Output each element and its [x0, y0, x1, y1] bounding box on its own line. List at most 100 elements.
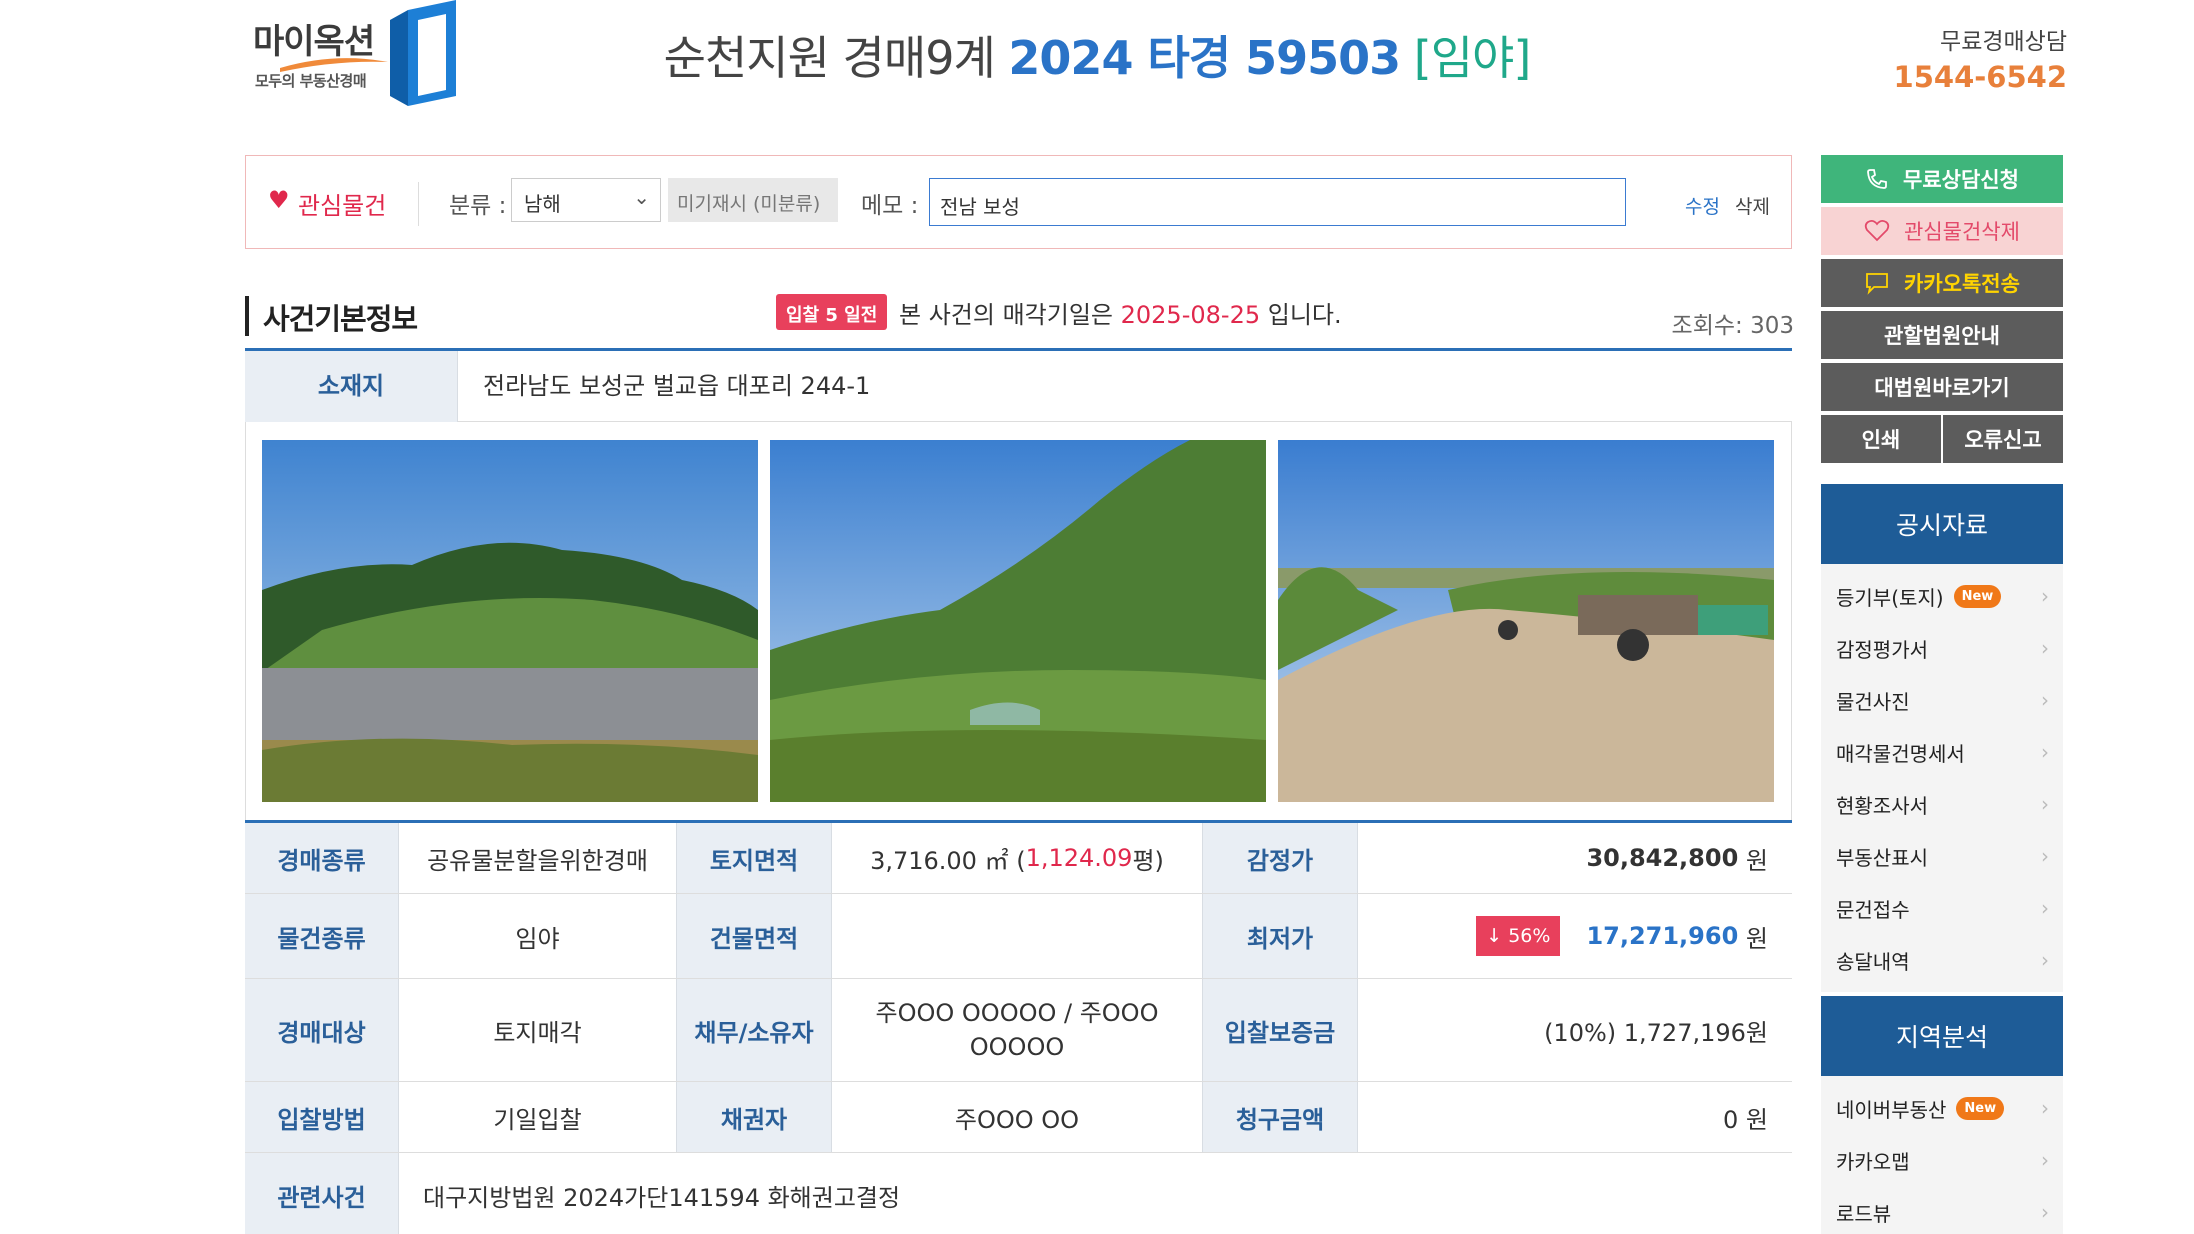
sidebar-item-photos[interactable]: 물건사진 › — [1821, 674, 2063, 726]
discount-badge: ↓ 56% — [1476, 916, 1561, 956]
creditor-label: 채권자 — [676, 1082, 832, 1152]
chat-bubble-icon — [1866, 273, 1888, 295]
consult-phone[interactable]: 1544-6542 — [1894, 60, 2067, 94]
property-type: [임야] — [1413, 31, 1532, 85]
memo-edit-link[interactable]: 수정 — [1685, 192, 1720, 219]
sidebar-item-label: 송달내역 — [1836, 949, 1910, 974]
location-label: 소재지 — [245, 351, 458, 422]
sidebar-item-label: 감정평가서 — [1836, 637, 1928, 662]
photo-gallery — [245, 422, 1792, 820]
minimum-price-value: ↓ 56% 17,271,960 원 — [1358, 894, 1792, 978]
chevron-right-icon: › — [2041, 740, 2049, 764]
court-info-button[interactable]: 관할법원안내 — [1821, 311, 2063, 361]
table-row: 관련사건 대구지방법원 2024가단141594 화해권고결정 — [245, 1153, 1792, 1234]
deposit-label: 입찰보증금 — [1202, 979, 1358, 1081]
claim-amount-value: 0 원 — [1723, 1105, 1768, 1134]
location-value: 전라남도 보성군 벌교읍 대포리 244-1 — [483, 372, 871, 400]
chevron-right-icon: › — [2041, 792, 2049, 816]
chevron-right-icon: › — [2041, 948, 2049, 972]
land-area-value: 3,716.00 ㎡ (1,124.09 평) — [832, 823, 1202, 893]
appraisal-amount: 30,842,800 — [1586, 844, 1739, 872]
creditor-value: 주OOO OO — [954, 1105, 1080, 1134]
remove-interest-label: 관심물건삭제 — [1904, 220, 2020, 244]
kakao-send-label: 카카오톡전송 — [1904, 272, 2020, 296]
related-case-value: 대구지방법원 2024가단141594 화해권고결정 — [423, 1183, 901, 1212]
sidebar-item-label: 현황조사서 — [1836, 793, 1928, 818]
consult-label: 무료경매상담 — [1940, 29, 2067, 55]
page-title: 순천지원 경매9계 2024 타경 59503 [임야] — [0, 22, 2194, 88]
bid-method-label: 입찰방법 — [245, 1082, 399, 1152]
chevron-right-icon: › — [2041, 1096, 2049, 1120]
land-area-sqm: 3,716.00 ㎡ ( — [870, 846, 1026, 875]
category-label: 분류 : — [449, 193, 507, 219]
phone-icon — [1867, 169, 1887, 189]
new-badge: New — [1953, 584, 2002, 608]
region-analysis-list: 네이버부동산 New › 카카오맵 › 로드뷰 › — [1821, 1076, 2063, 1234]
photo-slope — [770, 440, 1266, 802]
chevron-down-icon: ⌄ — [633, 185, 650, 209]
property-photo[interactable] — [262, 440, 758, 802]
remove-interest-button[interactable]: 관심물건삭제 — [1821, 207, 2063, 257]
kakao-send-button[interactable]: 카카오톡전송 — [1821, 259, 2063, 309]
public-docs-list: 등기부(토지) New › 감정평가서 › 물건사진 › 매각물건명세서 › 현황조사서 ›… — [1821, 564, 2063, 992]
bid-method-value: 기일입찰 — [493, 1105, 582, 1134]
sidebar-item-survey[interactable]: 현황조사서 › — [1821, 778, 2063, 830]
photo-hill-pond — [262, 440, 758, 802]
sidebar-item-kakao-map[interactable]: 카카오맵 › — [1821, 1134, 2063, 1186]
property-photo[interactable] — [770, 440, 1266, 802]
new-badge: New — [1956, 1096, 2005, 1120]
location-row: 소재지 전라남도 보성군 벌교읍 대포리 244-1 — [245, 348, 1792, 422]
bid-countdown-badge: 입찰 5 일전 — [776, 294, 888, 330]
chevron-right-icon: › — [2041, 584, 2049, 608]
auction-type-value: 공유물분할을위한경매 — [427, 846, 648, 875]
chevron-right-icon: › — [2041, 1148, 2049, 1172]
sidebar-item-documents[interactable]: 문건접수 › — [1821, 882, 2063, 934]
sidebar-item-naver-realestate[interactable]: 네이버부동산 New › — [1821, 1082, 2063, 1134]
debtor-owner-value: 주OOO OOOOO / 주OOO OOOOO — [875, 999, 1159, 1061]
view-count: 조회수: 303 — [1671, 313, 1794, 339]
sidebar-item-roadview[interactable]: 로드뷰 › — [1821, 1186, 2063, 1234]
bid-prefix: 본 사건의 매각기일은 — [899, 301, 1113, 329]
debtor-owner-label: 채무/소유자 — [676, 979, 832, 1081]
category-value: 남해 — [524, 192, 561, 216]
table-row: 물건종류 임야 건물면적 최저가 ↓ 56% 17,271,960 원 — [245, 894, 1792, 979]
memo-input[interactable]: 전남 보성 — [929, 178, 1626, 226]
chevron-right-icon: › — [2041, 688, 2049, 712]
minimum-price-label: 최저가 — [1202, 894, 1358, 978]
interest-label: 관심물건 — [298, 192, 387, 220]
sidebar-item-registry[interactable]: 등기부(토지) New › — [1821, 570, 2063, 622]
case-info-table: 경매종류 공유물분할을위한경매 토지면적 3,716.00 ㎡ (1,124.0… — [245, 820, 1792, 1234]
table-row: 경매대상 토지매각 채무/소유자 주OOO OOOOO / 주OOO OOOOO… — [245, 979, 1792, 1082]
bid-date: 2025-08-25 — [1120, 301, 1261, 329]
sidebar-item-label: 카카오맵 — [1836, 1149, 1910, 1174]
related-case-label: 관련사건 — [245, 1153, 399, 1234]
chevron-right-icon: › — [2041, 844, 2049, 868]
table-row: 입찰방법 기일입찰 채권자 주OOO OO 청구금액 0 원 — [245, 1082, 1792, 1153]
free-consult-button[interactable]: 무료상담신청 — [1821, 155, 2063, 205]
appraisal-value: 30,842,800 원 — [1358, 823, 1792, 893]
chevron-right-icon: › — [2041, 896, 2049, 920]
sidebar-item-property-display[interactable]: 부동산표시 › — [1821, 830, 2063, 882]
sidebar-item-delivery[interactable]: 송달내역 › — [1821, 934, 2063, 986]
sidebar-item-label: 로드뷰 — [1836, 1201, 1892, 1226]
sidebar-item-appraisal[interactable]: 감정평가서 › — [1821, 622, 2063, 674]
appraisal-unit: 원 — [1745, 846, 1768, 875]
auction-type-label: 경매종류 — [245, 823, 399, 893]
chevron-right-icon: › — [2041, 636, 2049, 660]
report-error-button[interactable]: 오류신고 — [1943, 415, 2063, 465]
divider — [418, 182, 419, 226]
deposit-value: (10%) 1,727,196원 — [1544, 1018, 1768, 1047]
building-area-value — [832, 894, 1202, 978]
property-photo[interactable] — [1278, 440, 1774, 802]
unclassified-field[interactable]: 미기재시 (미분류) — [668, 178, 838, 222]
sidebar-item-sale-spec[interactable]: 매각물건명세서 › — [1821, 726, 2063, 778]
land-area-unit: 평) — [1132, 846, 1164, 875]
supreme-court-button[interactable]: 대법원바로가기 — [1821, 363, 2063, 413]
consult-info: 무료경매상담 1544-6542 — [1894, 22, 2067, 94]
memo-delete-link[interactable]: 삭제 — [1735, 192, 1770, 219]
category-select[interactable]: 남해 ⌄ — [511, 178, 661, 222]
memo-label: 메모 : — [861, 193, 919, 219]
print-button[interactable]: 인쇄 — [1821, 415, 1941, 465]
land-area-pyeong: 1,124.09 — [1025, 844, 1133, 872]
land-area-label: 토지면적 — [676, 823, 832, 893]
